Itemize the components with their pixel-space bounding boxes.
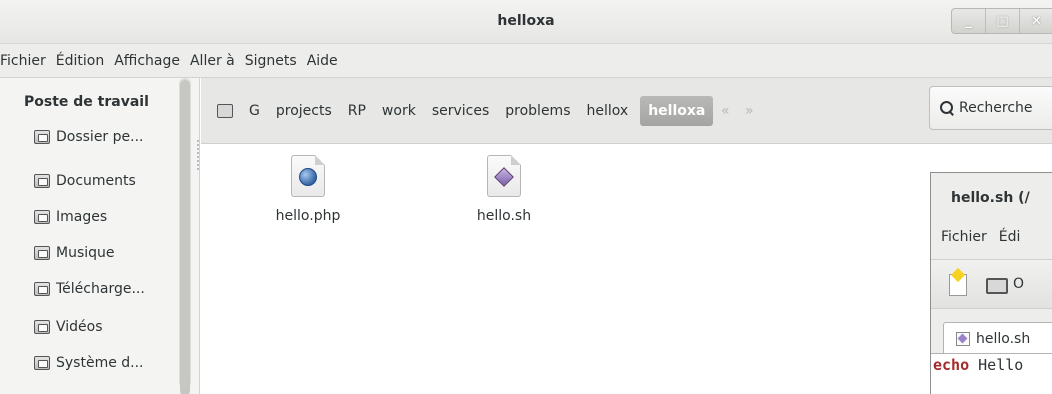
code-text: Hello xyxy=(969,356,1024,374)
editor-tab[interactable]: hello.sh xyxy=(943,322,1052,354)
music-folder-icon xyxy=(34,246,50,260)
sidebar-item-label: Documents xyxy=(56,173,136,189)
pictures-folder-icon xyxy=(34,210,50,224)
sidebar-item-label: Images xyxy=(56,209,108,225)
menu-fichier[interactable]: Fichier xyxy=(0,53,51,69)
menu-edition[interactable]: Édition xyxy=(51,53,109,69)
search-button[interactable]: Recherche xyxy=(929,86,1052,130)
documents-folder-icon xyxy=(34,174,50,188)
sidebar-item-label: Dossier pe... xyxy=(56,129,144,145)
file-view[interactable]: hello.php hello.sh xyxy=(201,145,931,394)
menu-signets[interactable]: Signets xyxy=(240,53,302,69)
php-file-icon xyxy=(291,155,325,197)
home-folder-icon xyxy=(34,130,50,144)
breadcrumb: G projects RP work services problems hel… xyxy=(213,96,761,126)
menu-aide[interactable]: Aide xyxy=(302,53,343,69)
editor-menu-fichier[interactable]: Fichier xyxy=(941,229,987,245)
chevron-left-icon[interactable]: « xyxy=(713,96,737,126)
sidebar-item-musique[interactable]: Musique xyxy=(34,241,115,265)
crumb-rp[interactable]: RP xyxy=(340,96,374,126)
menu-affichage[interactable]: Affichage xyxy=(109,53,185,69)
open-button-label[interactable]: O xyxy=(1013,276,1024,292)
editor-tab-label: hello.sh xyxy=(976,330,1031,347)
crumb-projects[interactable]: projects xyxy=(268,96,340,126)
file-name: hello.php xyxy=(275,208,341,224)
sidebar-heading: Poste de travail xyxy=(24,94,149,110)
search-label: Recherche xyxy=(959,100,1033,116)
menu-bar: Fichier Édition Affichage Aller à Signet… xyxy=(0,44,1052,78)
sidebar-item-videos[interactable]: Vidéos xyxy=(34,315,103,339)
sidebar-item-label: Télécharge... xyxy=(56,281,145,297)
close-button[interactable]: ✕ xyxy=(1020,9,1052,33)
menu-aller-a[interactable]: Aller à xyxy=(185,53,240,69)
shell-script-icon xyxy=(487,155,521,197)
file-name: hello.sh xyxy=(476,208,532,224)
crumb-problems[interactable]: problems xyxy=(497,96,578,126)
minimize-button[interactable]: _ xyxy=(952,9,986,33)
editor-menu-edition[interactable]: Édi xyxy=(999,229,1021,245)
file-item-hello-php[interactable]: hello.php xyxy=(248,155,368,224)
pane-resize-handle[interactable] xyxy=(197,140,199,170)
editor-window[interactable]: hello.sh (/ Fichier Édi O hello.sh echo H… xyxy=(930,172,1052,394)
downloads-folder-icon xyxy=(34,282,50,296)
maximize-button[interactable]: □ xyxy=(986,9,1020,33)
sidebar-item-systeme[interactable]: Système d... xyxy=(34,351,144,375)
sidebar-item-label: Vidéos xyxy=(56,319,103,335)
editor-toolbar: O xyxy=(931,259,1052,309)
sidebar-item-documents[interactable]: Documents xyxy=(34,169,136,193)
window-controls: _ □ ✕ xyxy=(951,8,1052,34)
sidebar-item-label: Système d... xyxy=(56,355,144,371)
path-bar: G projects RP work services problems hel… xyxy=(201,78,1052,144)
code-keyword: echo xyxy=(933,356,970,374)
file-item-hello-sh[interactable]: hello.sh xyxy=(444,155,564,224)
sidebar-item-telechargements[interactable]: Télécharge... xyxy=(34,277,145,301)
code-editor[interactable]: echo Hello xyxy=(931,353,1052,394)
shell-script-icon xyxy=(956,331,970,346)
editor-menu-bar: Fichier Édi xyxy=(941,229,1032,245)
editor-window-title: hello.sh (/ xyxy=(951,190,1030,206)
sidebar-scrollbar-thumb[interactable] xyxy=(180,80,190,394)
window-title: helloxa xyxy=(497,13,555,29)
title-bar[interactable]: helloxa _ □ ✕ xyxy=(0,0,1052,44)
sidebar-item-label: Musique xyxy=(56,245,115,261)
crumb-g[interactable]: G xyxy=(241,96,268,126)
drive-icon[interactable] xyxy=(217,104,233,118)
sidebar-item-home[interactable]: Dossier pe... xyxy=(34,125,144,149)
crumb-work[interactable]: work xyxy=(374,96,424,126)
videos-folder-icon xyxy=(34,320,50,334)
chevron-right-icon[interactable]: » xyxy=(737,96,761,126)
crumb-hellox[interactable]: hellox xyxy=(579,96,637,126)
crumb-helloxa-active[interactable]: helloxa xyxy=(640,96,714,126)
sidebar: Poste de travail Dossier pe... Documents… xyxy=(0,78,200,394)
search-icon xyxy=(940,101,954,115)
crumb-services[interactable]: services xyxy=(424,96,497,126)
open-folder-icon[interactable] xyxy=(986,278,1008,294)
sidebar-scrollbar[interactable] xyxy=(179,78,191,394)
file-manager-screen: helloxa _ □ ✕ Fichier Édition Affichage … xyxy=(0,0,1052,394)
drive-icon xyxy=(34,356,50,370)
sidebar-item-images[interactable]: Images xyxy=(34,205,107,229)
